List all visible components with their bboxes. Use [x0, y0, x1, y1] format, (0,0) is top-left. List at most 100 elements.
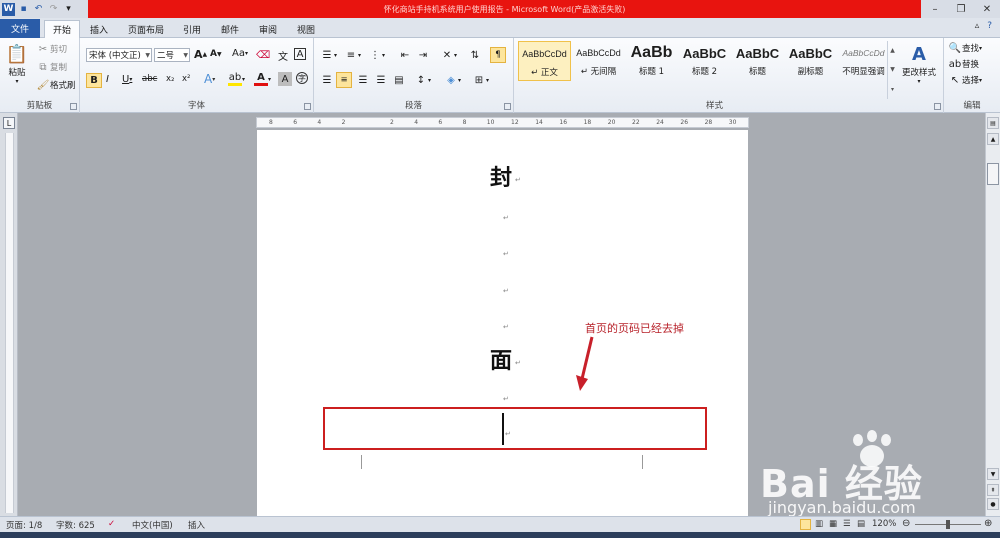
highlight-button[interactable]: ab ▾ [228, 72, 245, 86]
tab-page-layout[interactable]: 页面布局 [120, 20, 172, 38]
insert-mode-indicator[interactable]: 插入 [188, 519, 205, 531]
select-browse-object-icon[interactable]: ● [987, 498, 999, 510]
borders-button[interactable]: ⊞ ▾ [472, 73, 489, 87]
phonetic-guide-button[interactable]: 文 [276, 48, 290, 63]
bold-button[interactable]: B [86, 73, 102, 88]
line-spacing-button[interactable]: ↕ ▾ [414, 73, 431, 87]
full-screen-reading-icon[interactable]: ▥ [815, 519, 823, 529]
tab-view[interactable]: 视图 [290, 20, 322, 38]
chinese-layout-button[interactable]: ✕ ▾ [440, 48, 457, 62]
scroll-down-icon[interactable]: ▼ [987, 468, 999, 480]
tab-mailings[interactable]: 邮件 [214, 20, 246, 38]
strikethrough-button[interactable]: abc [142, 74, 157, 84]
web-layout-icon[interactable]: ▦ [829, 519, 837, 529]
subscript-icon: x₂ [166, 74, 175, 84]
align-right-button[interactable]: ☰ [356, 73, 370, 87]
scrollbar-thumb[interactable] [987, 163, 999, 185]
minimize-icon[interactable]: – [922, 0, 948, 18]
style-normal[interactable]: AaBbCcDd ↵ 正文 [518, 41, 571, 81]
zoom-out-icon[interactable]: ⊖ [902, 518, 910, 529]
style-no-spacing[interactable]: AaBbCcDd ↵ 无间隔 [572, 41, 625, 81]
italic-button[interactable]: I [106, 74, 109, 85]
font-name-combo[interactable]: 宋体 (中文正) ▼ [86, 48, 152, 62]
word-app-icon[interactable]: W [2, 2, 15, 16]
help-icon[interactable]: ? [987, 21, 992, 31]
find-button[interactable]: 🔍 查找 ▾ [948, 41, 982, 55]
select-button[interactable]: ↖ 选择 ▾ [948, 73, 982, 87]
draft-view-icon[interactable]: ▤ [857, 519, 865, 529]
multilevel-list-button[interactable]: ⋮ ▾ [368, 48, 385, 62]
zoom-in-icon[interactable]: ⊕ [984, 518, 992, 529]
zoom-slider-thumb[interactable] [946, 520, 950, 529]
increase-indent-button[interactable]: ⇥ [416, 48, 430, 62]
char-border-button[interactable]: A [294, 48, 306, 60]
maximize-icon[interactable]: ❐ [948, 0, 974, 18]
outline-view-icon[interactable]: ☰ [843, 519, 851, 529]
customize-qat-icon[interactable]: ▾ [62, 3, 75, 16]
numbering-button[interactable]: ≡ ▾ [344, 48, 361, 62]
ruler-toggle-icon[interactable]: ▤ [987, 117, 999, 129]
tab-selector-button[interactable]: L [3, 117, 15, 129]
style-subtle-emphasis[interactable]: AaBbCcDd 不明显强调 [837, 41, 890, 81]
align-center-button[interactable]: ≡ [336, 72, 352, 88]
clear-formatting-button[interactable]: ⌫ [256, 48, 270, 62]
word-count[interactable]: 字数: 625 [56, 519, 95, 531]
subscript-button[interactable]: x₂ [166, 74, 174, 84]
minimize-ribbon-icon[interactable]: ▵ [975, 21, 980, 31]
paste-dropdown-icon[interactable]: ▾ [15, 78, 18, 85]
change-styles-button[interactable]: A 更改样式 ▾ [899, 42, 939, 86]
scroll-up-icon[interactable]: ▲ [890, 47, 895, 54]
style-title[interactable]: AaBbC 标题 [731, 41, 784, 81]
font-color-button[interactable]: A ▾ [254, 72, 271, 86]
styles-launcher-icon[interactable] [934, 103, 941, 110]
distributed-button[interactable]: ▤ [392, 73, 406, 87]
show-marks-button[interactable]: ¶ [490, 47, 506, 63]
zoom-level[interactable]: 120% [872, 519, 896, 529]
decrease-indent-button[interactable]: ⇤ [398, 48, 412, 62]
vertical-scrollbar[interactable]: ▤ ▲ ▼ ⇞ ● [985, 113, 1000, 516]
page-count[interactable]: 页面: 1/8 [6, 519, 42, 531]
language-indicator[interactable]: 中文(中国) [132, 519, 173, 531]
enclose-char-button[interactable]: 字 [296, 72, 308, 84]
cut-button[interactable]: ✂ 剪切 [36, 42, 67, 56]
shading-button[interactable]: ◈ ▾ [444, 73, 461, 87]
shrink-font-button[interactable]: A ▼ [210, 49, 222, 59]
copy-button[interactable]: ⧉ 复制 [36, 60, 67, 74]
clipboard-launcher-icon[interactable] [70, 103, 77, 110]
font-size-combo[interactable]: 二号 ▼ [154, 48, 190, 62]
ruler-tick: 18 [583, 119, 592, 126]
more-icon[interactable]: ▾ [891, 86, 894, 93]
paste-button[interactable]: 📋 粘贴 ▾ [6, 42, 28, 86]
close-icon[interactable]: ✕ [974, 0, 1000, 18]
redo-icon[interactable]: ↷ [47, 3, 60, 16]
tab-file[interactable]: 文件 [0, 19, 40, 38]
footer-margin-mark-left [361, 455, 362, 469]
superscript-button[interactable]: x² [182, 74, 190, 84]
char-shading-button[interactable]: A [278, 72, 292, 86]
text-effects-button[interactable]: A ▾ [204, 72, 215, 86]
style-heading-2[interactable]: AaBbC 标题 2 [678, 41, 731, 81]
replace-button[interactable]: ab 替换 [948, 57, 979, 71]
print-layout-icon[interactable] [800, 519, 811, 530]
proofing-icon[interactable]: ✓ [108, 519, 115, 529]
format-painter-button[interactable]: 🖌 格式刷 [36, 78, 76, 92]
undo-icon[interactable]: ↶ [32, 3, 45, 16]
scroll-up-icon[interactable]: ▲ [987, 133, 999, 145]
style-heading-1[interactable]: AaBb 标题 1 [625, 41, 678, 81]
save-icon[interactable]: ▪ [17, 3, 30, 16]
font-launcher-icon[interactable] [304, 103, 311, 110]
tab-review[interactable]: 审阅 [252, 20, 284, 38]
scroll-down-icon[interactable]: ▼ [890, 66, 895, 73]
underline-button[interactable]: U ▾ [122, 74, 132, 85]
sort-button[interactable]: ⇅ [468, 48, 482, 62]
change-case-button[interactable]: Aa ▾ [232, 48, 248, 59]
style-subtitle[interactable]: AaBbC 副标题 [784, 41, 837, 81]
justify-button[interactable]: ☰ [374, 73, 388, 87]
tab-insert[interactable]: 插入 [84, 20, 114, 38]
grow-font-button[interactable]: A ▲ [194, 48, 207, 61]
bullets-button[interactable]: ☰ ▾ [320, 48, 338, 62]
tab-home[interactable]: 开始 [44, 20, 80, 38]
align-left-button[interactable]: ☰ [320, 73, 334, 87]
prev-page-icon[interactable]: ⇞ [987, 484, 999, 496]
tab-references[interactable]: 引用 [176, 20, 208, 38]
